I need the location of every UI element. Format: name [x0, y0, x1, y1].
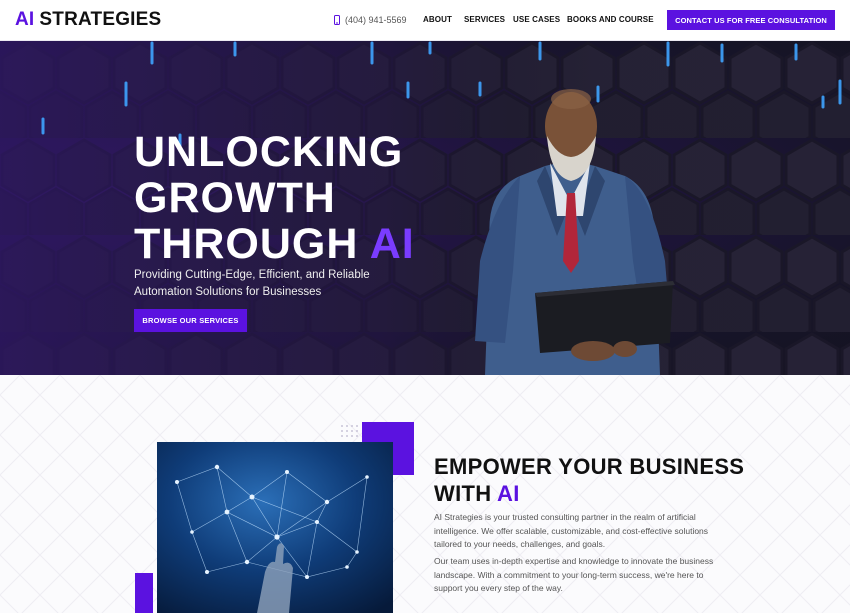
hero-section: UNLOCKING GROWTH THROUGH AI Providing Cu… [0, 41, 850, 375]
about-heading-ai: AI [497, 481, 520, 506]
hero-heading: UNLOCKING GROWTH THROUGH AI [134, 129, 415, 267]
about-heading: EMPOWER YOUR BUSINESS WITH AI [434, 453, 744, 507]
ai-network-image [157, 442, 393, 613]
about-paragraph-2: Our team uses in-depth expertise and kno… [434, 556, 714, 593]
phone-number: (404) 941-5569 [345, 15, 407, 25]
phone-link[interactable]: (404) 941-5569 [334, 15, 407, 25]
decorative-dots [341, 425, 358, 437]
nav-books-and-course[interactable]: BOOKS AND COURSE [567, 15, 654, 24]
businessman-with-laptop-image [475, 89, 675, 375]
decorative-square-bottom [135, 573, 153, 613]
logo-text: STRATEGIES [39, 9, 162, 30]
ai-network-illustration [157, 442, 393, 613]
logo-ai: AI [15, 9, 35, 30]
contact-cta-button[interactable]: CONTACT US FOR FREE CONSULTATION [667, 10, 835, 30]
logo[interactable]: AI STRATEGIES [15, 9, 161, 31]
phone-icon [334, 15, 340, 25]
hero-heading-line2: GROWTH [134, 174, 336, 222]
about-section: EMPOWER YOUR BUSINESS WITH AI AI Strateg… [0, 375, 850, 613]
nav-services[interactable]: SERVICES [464, 15, 505, 24]
about-paragraph-1: AI Strategies is your trusted consulting… [434, 512, 709, 549]
hexagon-background [0, 41, 850, 375]
hero-subtitle: Providing Cutting-Edge, Efficient, and R… [134, 269, 370, 298]
site-header: AI STRATEGIES (404) 941-5569 ABOUT SERVI… [0, 0, 850, 41]
browse-services-button[interactable]: BROWSE OUR SERVICES [134, 309, 247, 332]
hero-heading-line3: THROUGH [134, 220, 359, 268]
nav-use-cases[interactable]: USE CASES [513, 15, 560, 24]
about-heading-line1: EMPOWER YOUR BUSINESS [434, 454, 745, 479]
hero-heading-line1: UNLOCKING [134, 128, 404, 176]
hero-heading-ai: AI [369, 220, 415, 268]
nav-about[interactable]: ABOUT [423, 15, 452, 24]
about-heading-with: WITH [434, 481, 492, 506]
